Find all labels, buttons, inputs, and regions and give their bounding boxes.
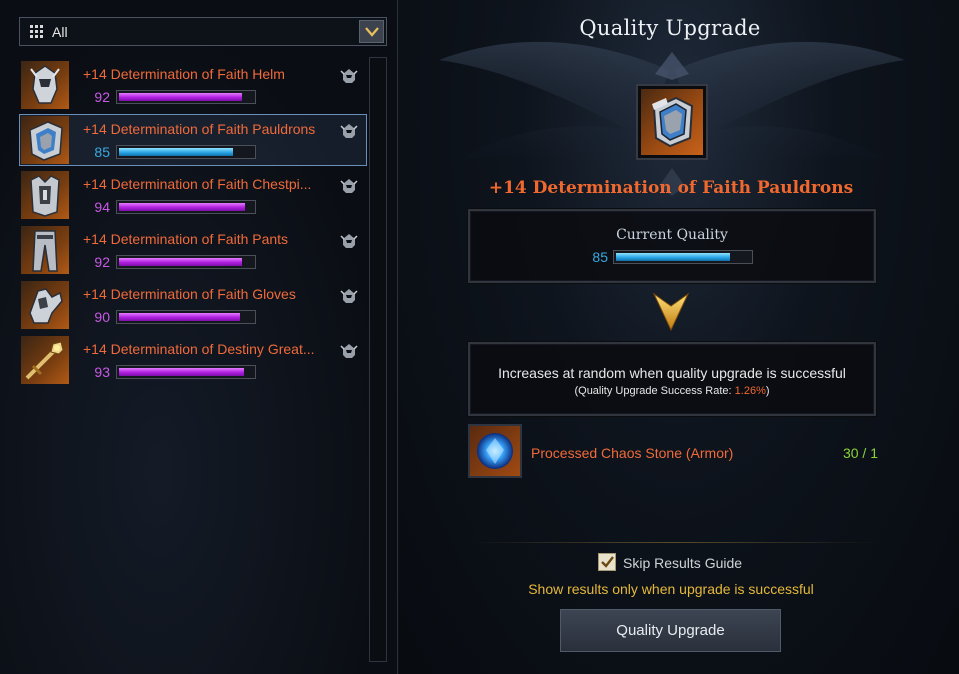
equipped-helm-icon	[340, 178, 358, 199]
current-quality-box: Current Quality 85	[468, 209, 876, 283]
item-quality-bar	[116, 365, 256, 379]
selected-item-name: +14 Determination of Faith Pauldrons	[488, 178, 854, 198]
item-quality-bar	[116, 145, 256, 159]
pants-icon	[27, 227, 63, 273]
item-thumbnail	[21, 281, 69, 329]
quality-upgrade-panel: Quality Upgrade +14 Determination of Fai…	[399, 0, 959, 674]
item-row[interactable]: +14 Determination of Faith Pants 92	[19, 224, 367, 276]
skip-results-note: Show results only when upgrade is succes…	[528, 581, 814, 597]
item-name: +14 Determination of Faith Helm	[83, 66, 285, 82]
panel-title: Quality Upgrade	[579, 16, 761, 40]
filter-label: All	[52, 23, 68, 40]
equipped-helm-icon	[340, 343, 358, 364]
item-name: +14 Determination of Destiny Great...	[83, 341, 315, 357]
equipped-helm-icon	[340, 123, 358, 144]
item-quality-value: 90	[94, 309, 110, 325]
chevron-down-icon[interactable]	[359, 20, 384, 43]
grid-icon	[30, 25, 43, 38]
item-row[interactable]: +14 Determination of Faith Chestpi... 94	[19, 169, 367, 221]
equipped-helm-icon	[340, 288, 358, 309]
checkmark-icon	[601, 556, 614, 568]
skip-results-checkbox[interactable]	[598, 553, 616, 571]
item-quality-value: 93	[94, 364, 110, 380]
material-name: Processed Chaos Stone (Armor)	[531, 445, 734, 461]
item-name: +14 Determination of Faith Chestpi...	[83, 176, 312, 192]
filter-dropdown[interactable]: All	[19, 17, 387, 46]
item-row[interactable]: +14 Determination of Faith Gloves 90	[19, 279, 367, 331]
item-list-panel: All +14 Determination of Faith Helm 92 +14…	[0, 0, 398, 674]
current-quality-fill	[616, 253, 730, 261]
chaos-stone-icon	[477, 433, 513, 469]
equipped-helm-icon	[340, 68, 358, 89]
item-quality-fill	[119, 203, 245, 211]
item-name: +14 Determination of Faith Pauldrons	[83, 121, 316, 137]
item-quality-fill	[119, 313, 240, 321]
item-quality-value: 92	[94, 89, 110, 105]
pauldrons-icon	[24, 118, 66, 162]
chestpiece-icon	[25, 172, 65, 218]
item-row[interactable]: +14 Determination of Destiny Great... 93	[19, 334, 367, 386]
item-row[interactable]: +14 Determination of Faith Pauldrons 85	[19, 114, 367, 166]
skip-results-label: Skip Results Guide	[623, 555, 743, 571]
success-rate-value: 1.26%	[734, 385, 766, 397]
item-quality-fill	[119, 93, 243, 101]
helm-icon	[25, 63, 65, 107]
arrow-down-icon	[652, 292, 690, 332]
material-count: 30 / 1	[842, 445, 878, 461]
item-thumbnail	[21, 226, 69, 274]
current-quality-label: Current Quality	[616, 227, 728, 243]
pauldrons-icon	[652, 96, 694, 148]
current-quality-bar	[613, 250, 753, 264]
item-thumbnail	[21, 116, 69, 164]
item-quality-value: 92	[94, 254, 110, 270]
item-quality-fill	[119, 258, 243, 266]
gloves-icon	[24, 283, 66, 327]
equipped-helm-icon	[340, 233, 358, 254]
item-quality-value: 85	[94, 144, 110, 160]
divider	[469, 542, 877, 543]
weapon-icon	[23, 338, 67, 382]
item-quality-bar	[116, 310, 256, 324]
item-quality-fill	[119, 368, 244, 376]
item-list: +14 Determination of Faith Helm 92 +14 Det…	[19, 59, 369, 389]
item-thumbnail	[21, 336, 69, 384]
selected-item-slot[interactable]	[636, 84, 708, 160]
success-rate-text: (Quality Upgrade Success Rate: 1.26%)	[574, 385, 770, 397]
item-name: +14 Determination of Faith Gloves	[83, 286, 296, 302]
item-quality-fill	[119, 148, 233, 156]
item-thumbnail	[21, 61, 69, 109]
item-quality-bar	[116, 200, 256, 214]
item-quality-bar	[116, 90, 256, 104]
quality-upgrade-button[interactable]: Quality Upgrade	[560, 609, 781, 652]
item-quality-bar	[116, 255, 256, 269]
item-thumbnail	[21, 171, 69, 219]
upgrade-info-box: Increases at random when quality upgrade…	[468, 342, 876, 416]
upgrade-info-text: Increases at random when quality upgrade…	[498, 365, 846, 381]
current-quality-value: 85	[592, 249, 608, 265]
material-slot[interactable]	[468, 424, 522, 478]
item-name: +14 Determination of Faith Pants	[83, 231, 289, 247]
list-scrollbar[interactable]	[369, 57, 387, 662]
item-quality-value: 94	[94, 199, 110, 215]
item-row[interactable]: +14 Determination of Faith Helm 92	[19, 59, 367, 111]
